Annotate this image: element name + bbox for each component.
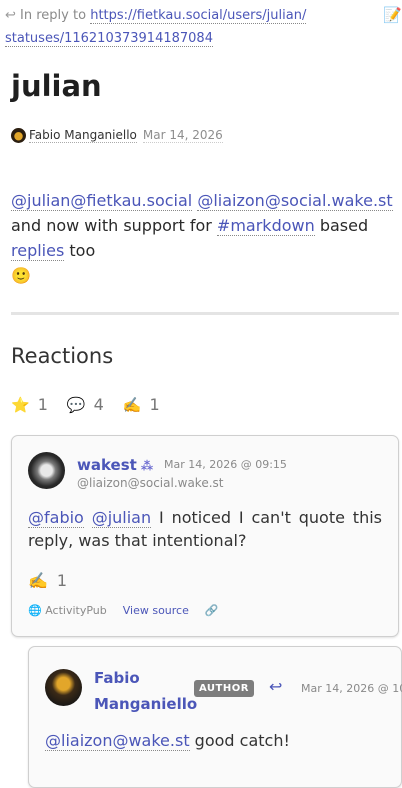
in-reply-to: ↩ In reply to https://fietkau.social/use…: [5, 4, 385, 50]
comment-handle: @liaizon@social.wake.st: [77, 476, 224, 490]
post-content: @julian@fietkau.social @liaizon@social.w…: [11, 191, 393, 285]
comment-content: @liaizon@wake.st good catch!: [45, 731, 290, 751]
comment-date[interactable]: Mar 14, 2026 @ 10:: [301, 682, 402, 695]
hashtag-link[interactable]: #markdown: [216, 216, 315, 236]
post-date[interactable]: Mar 14, 2026: [142, 128, 223, 143]
link-icon[interactable]: 🔗: [205, 604, 219, 617]
post-author-row: Fabio Manganiello Mar 14, 2026: [11, 128, 223, 143]
smile-emoji: 🙂: [11, 266, 31, 285]
comment-card: wakest ⁂ Mar 14, 2026 @ 09:15 @liaizon@so…: [11, 435, 399, 637]
likes-stat[interactable]: ⭐ 1: [11, 395, 48, 414]
avatar[interactable]: [11, 128, 26, 143]
view-source-link[interactable]: View source: [123, 604, 189, 617]
divider: [11, 312, 399, 315]
reaction-stats: ⭐ 1 💬 4 ✍️ 1: [11, 395, 179, 414]
reply-arrow-icon: ↩: [5, 8, 16, 23]
comment-date[interactable]: Mar 14, 2026 @ 09:15: [164, 458, 287, 471]
writing-hand-icon: ✍️: [122, 395, 142, 414]
comment-content: @fabio @julian I noticed I can't quote t…: [28, 508, 382, 550]
reactions-heading: Reactions: [11, 344, 114, 368]
edit-icon[interactable]: 📝: [383, 6, 402, 24]
author-name[interactable]: Fabio Manganiello: [29, 128, 137, 143]
comment-author[interactable]: wakest ⁂: [77, 456, 153, 474]
comment-footer: 🌐 ActivityPub View source 🔗: [28, 604, 219, 617]
page-title: julian: [11, 69, 102, 103]
reply-icon[interactable]: ↩: [269, 677, 282, 696]
speech-bubble-icon: 💬: [66, 395, 86, 414]
source-label: ActivityPub: [45, 604, 107, 617]
comment-card: Fabio Manganiello AUTHOR ↩ Mar 14, 2026 …: [28, 646, 402, 788]
author-badge: AUTHOR: [194, 680, 254, 697]
avatar[interactable]: [28, 452, 65, 489]
mention-link[interactable]: @liaizon@social.wake.st: [197, 191, 393, 211]
star-icon: ⭐: [11, 395, 30, 414]
comments-stat[interactable]: 💬 4: [67, 395, 104, 414]
mention-link[interactable]: @liaizon@wake.st: [45, 731, 190, 751]
fediverse-icon: ⁂: [140, 459, 154, 473]
writing-hand-icon: ✍️: [28, 571, 48, 590]
replies-link[interactable]: replies: [11, 241, 65, 261]
comment-author[interactable]: Fabio Manganiello: [94, 665, 197, 717]
mention-link[interactable]: @fabio: [28, 508, 84, 528]
avatar[interactable]: [45, 669, 82, 706]
comment-reactions[interactable]: ✍️ 1: [28, 571, 67, 590]
mention-link[interactable]: @julian: [91, 508, 152, 528]
quotes-stat[interactable]: ✍️ 1: [123, 395, 160, 414]
mention-link[interactable]: @julian@fietkau.social: [11, 191, 193, 211]
in-reply-to-label: In reply to: [20, 8, 87, 23]
globe-icon: 🌐: [28, 604, 42, 617]
